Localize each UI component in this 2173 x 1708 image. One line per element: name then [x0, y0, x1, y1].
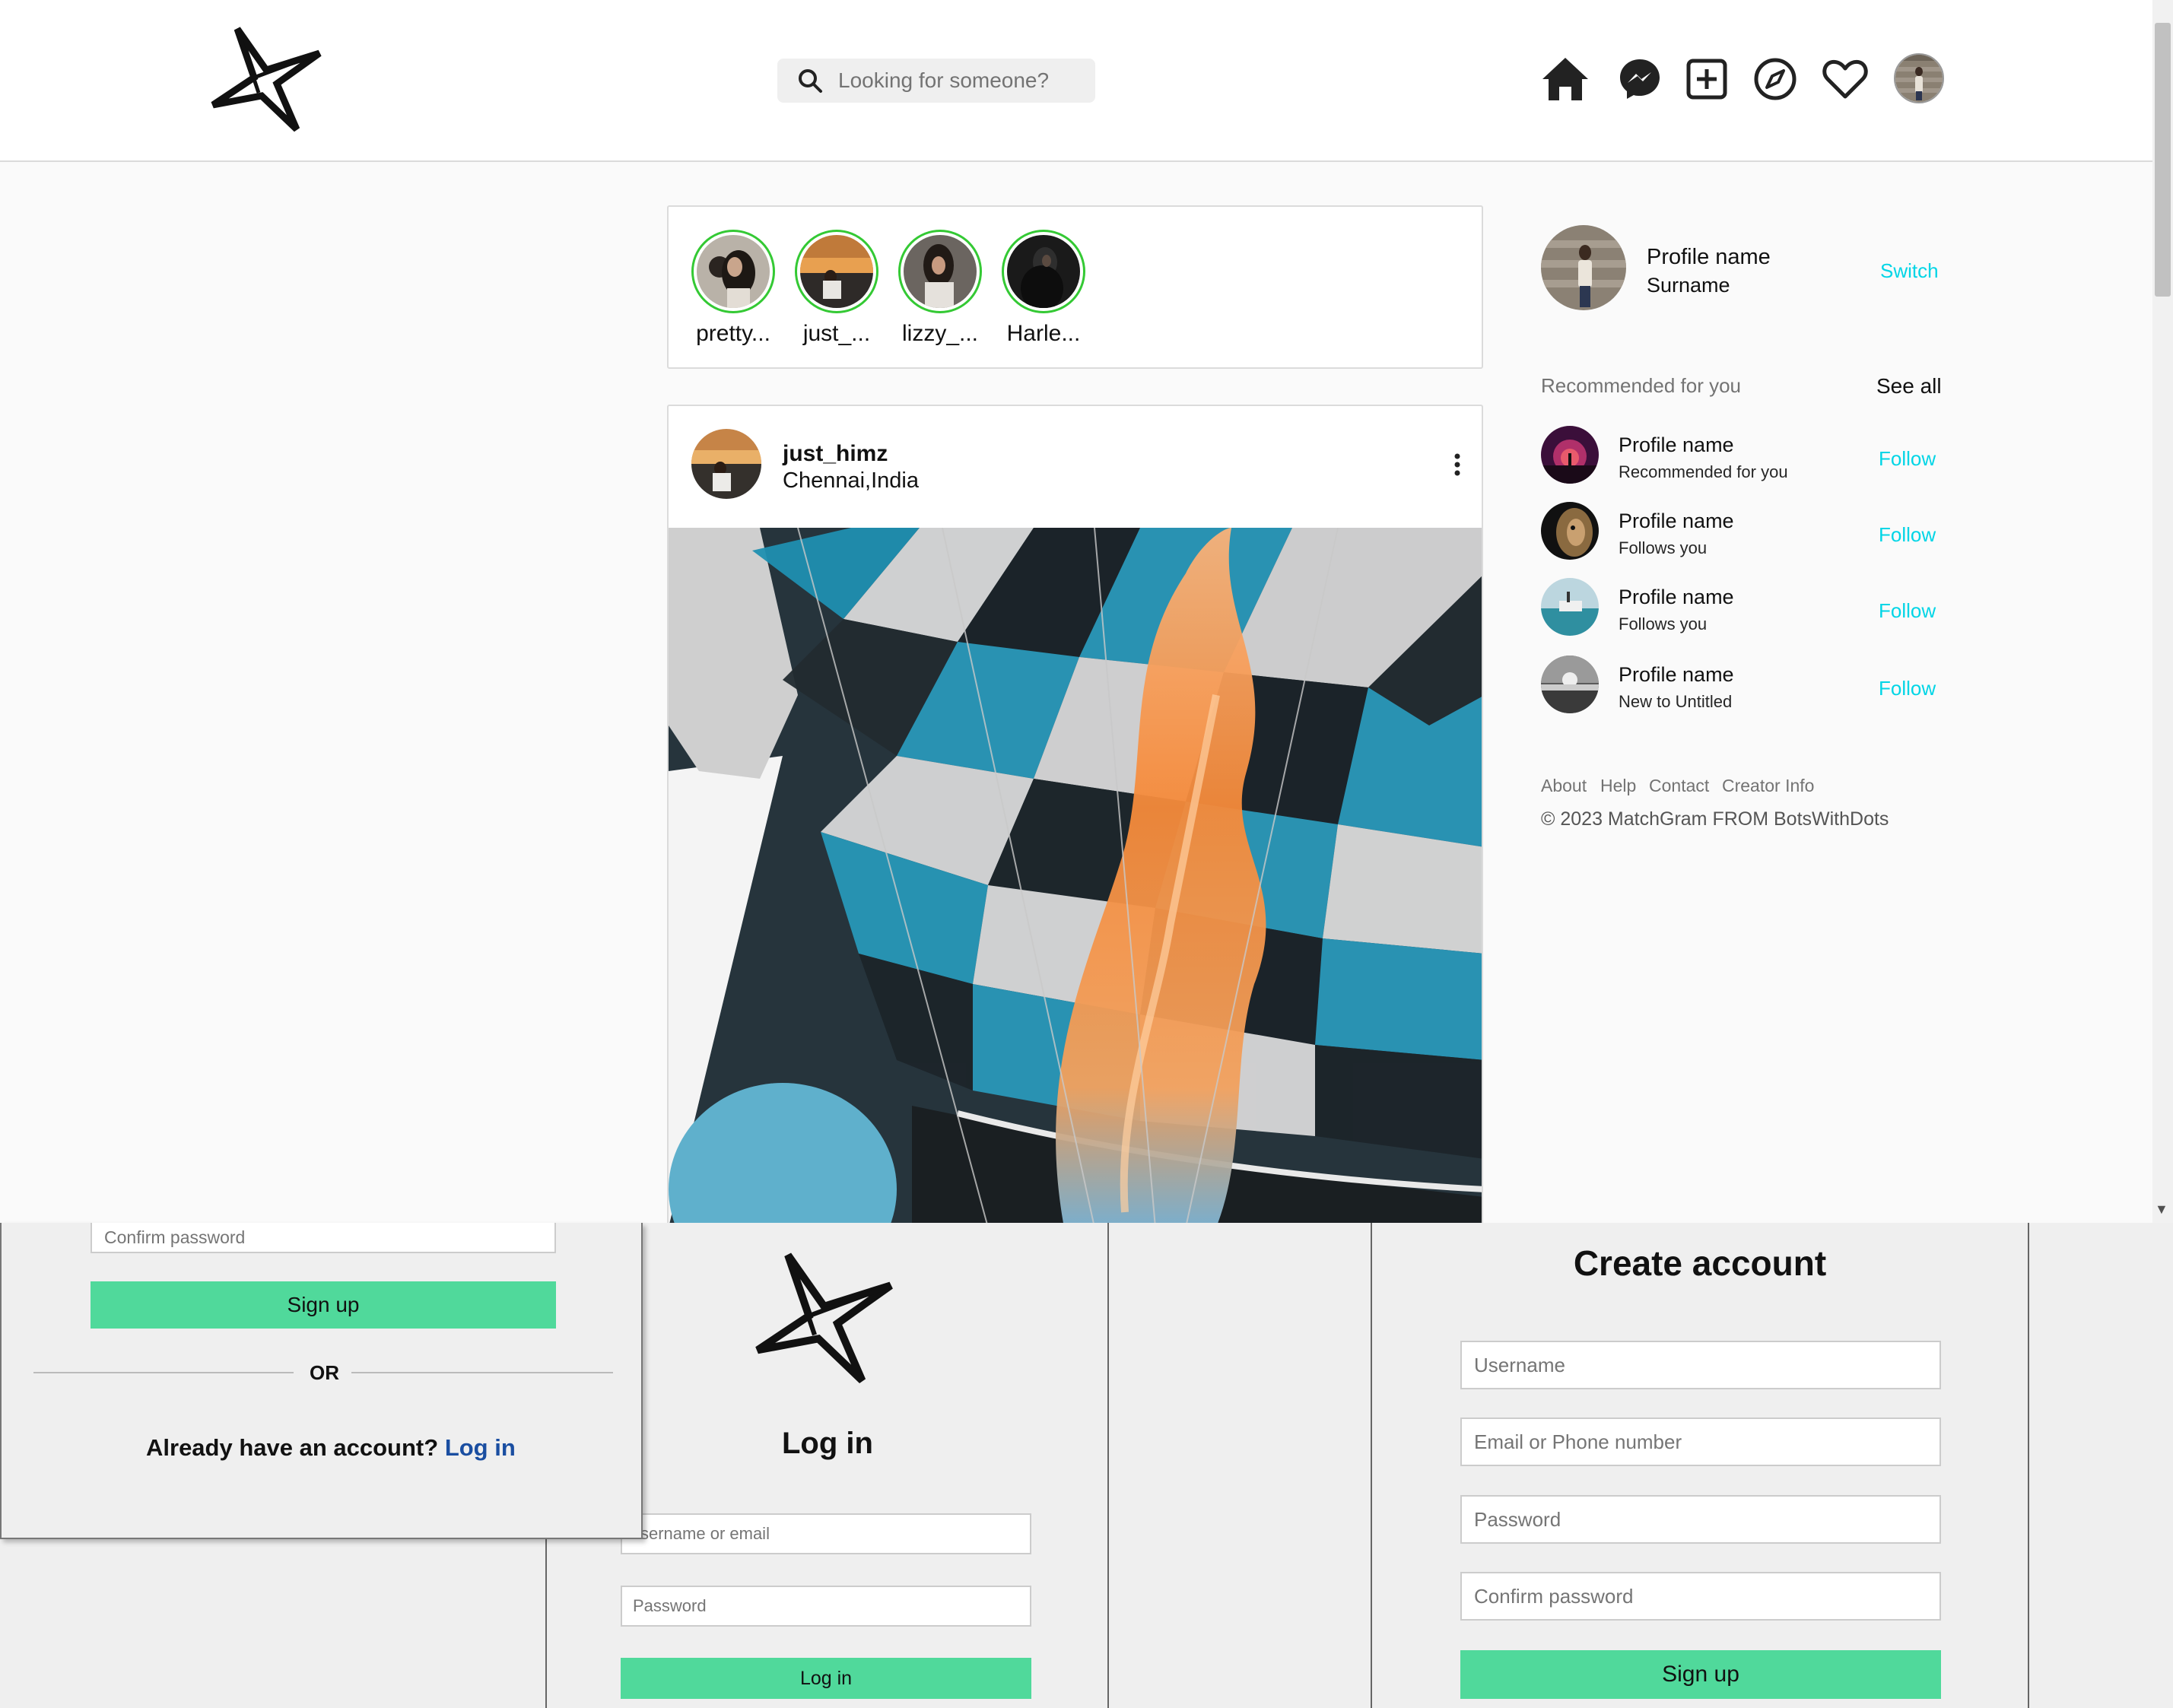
- suggestion-name[interactable]: Profile name: [1619, 586, 1734, 609]
- search-bar[interactable]: Looking for someone?: [777, 59, 1095, 103]
- or-separator: OR: [310, 1361, 339, 1384]
- heart-icon[interactable]: [1819, 53, 1871, 105]
- divider: [33, 1372, 294, 1373]
- login-title: Log in: [782, 1427, 873, 1460]
- current-profile-name[interactable]: Profile name: [1647, 245, 1771, 270]
- suggestion-subtitle: Recommended for you: [1619, 462, 1788, 481]
- login-panel-border: [1107, 1223, 1109, 1708]
- search-placeholder: Looking for someone?: [838, 68, 1050, 92]
- suggestion-avatar[interactable]: [1541, 502, 1599, 560]
- suggestion-subtitle: Follows you: [1619, 614, 1708, 633]
- suggestion-avatar[interactable]: [1541, 426, 1599, 484]
- top-navigation-bar: Looking for someone?: [0, 0, 2152, 162]
- confirm-password-placeholder: Confirm password: [1474, 1584, 1634, 1608]
- search-icon: [799, 69, 822, 93]
- username-placeholder: Username: [1474, 1353, 1565, 1376]
- follow-button[interactable]: Follow: [1879, 447, 1936, 471]
- story-username: just_...: [802, 321, 871, 346]
- follow-button[interactable]: Follow: [1879, 677, 1936, 700]
- story-username: pretty...: [696, 321, 770, 346]
- post-username[interactable]: just_himz: [783, 441, 888, 467]
- signup-panel: Confirm password Sign up OR Already have…: [0, 1223, 643, 1539]
- current-profile-surname: Surname: [1647, 274, 1730, 297]
- suggestion-avatar[interactable]: [1541, 578, 1599, 636]
- suggestion-subtitle: Follows you: [1619, 538, 1708, 557]
- login-password-input[interactable]: Password: [621, 1586, 1031, 1627]
- footer-link-help[interactable]: Help: [1600, 776, 1636, 796]
- switch-account-link[interactable]: Switch: [1880, 259, 1939, 283]
- already-have-account: Already have an account? Log in: [146, 1434, 516, 1462]
- suggestion-name[interactable]: Profile name: [1619, 433, 1734, 457]
- create-account-panel: Create account Username Email or Phone n…: [1371, 1223, 2029, 1708]
- login-panel-border: [545, 1539, 547, 1708]
- create-account-title: Create account: [1573, 1243, 1827, 1283]
- password-input[interactable]: Password: [1460, 1495, 1941, 1544]
- app-window: Looking for someone? ▼ pretty... just_..…: [0, 0, 2173, 1223]
- password-placeholder: Password: [1474, 1507, 1561, 1531]
- app-logo-star-icon[interactable]: [207, 23, 329, 133]
- login-username-input[interactable]: sername or email: [621, 1513, 1031, 1554]
- explore-compass-icon[interactable]: [1749, 53, 1801, 105]
- suggestion-name[interactable]: Profile name: [1619, 510, 1734, 533]
- login-logo-star-icon: [755, 1252, 893, 1383]
- login-username-placeholder: sername or email: [640, 1524, 770, 1543]
- stories-bar: pretty... just_... lizzy_... Harle...: [667, 205, 1483, 369]
- follow-button[interactable]: Follow: [1879, 599, 1936, 623]
- story-item[interactable]: just_...: [795, 230, 878, 347]
- create-signup-button[interactable]: Sign up: [1460, 1650, 1941, 1699]
- email-placeholder: Email or Phone number: [1474, 1430, 1682, 1453]
- story-item[interactable]: Harle...: [1002, 230, 1085, 347]
- confirm-password-input[interactable]: Confirm password: [91, 1223, 556, 1253]
- footer-link-contact[interactable]: Contact: [1649, 776, 1709, 796]
- confirm-password-placeholder: Confirm password: [104, 1227, 246, 1247]
- suggestion-avatar[interactable]: [1541, 656, 1599, 713]
- story-item[interactable]: lizzy_...: [898, 230, 982, 347]
- story-username: Harle...: [1006, 321, 1081, 346]
- story-username: lizzy_...: [901, 321, 979, 346]
- scroll-down-arrow-icon[interactable]: ▼: [2155, 1202, 2168, 1218]
- story-item[interactable]: pretty...: [691, 230, 775, 347]
- recommended-heading: Recommended for you: [1541, 374, 1742, 397]
- signup-button[interactable]: Sign up: [91, 1281, 556, 1329]
- login-password-placeholder: Password: [633, 1596, 707, 1615]
- post-image[interactable]: [669, 528, 1483, 1223]
- login-button[interactable]: Log in: [621, 1658, 1031, 1699]
- post-author-avatar[interactable]: [691, 429, 761, 499]
- already-text: Already have an account?: [146, 1434, 445, 1461]
- create-post-icon[interactable]: [1681, 53, 1733, 105]
- suggestion-subtitle: New to Untitled: [1619, 692, 1733, 711]
- feed-post: just_himz Chennai,India: [667, 405, 1483, 1223]
- more-options-icon[interactable]: [1452, 453, 1463, 476]
- scrollbar-thumb[interactable]: [2155, 23, 2171, 297]
- profile-avatar[interactable]: [1894, 53, 1944, 103]
- follow-button[interactable]: Follow: [1879, 523, 1936, 547]
- divider: [351, 1372, 613, 1373]
- post-location[interactable]: Chennai,India: [783, 468, 919, 494]
- footer-link-creator-info[interactable]: Creator Info: [1722, 776, 1814, 796]
- copyright-text: © 2023 MatchGram FROM BotsWithDots: [1541, 808, 1889, 830]
- footer-link-about[interactable]: About: [1541, 776, 1587, 796]
- username-input[interactable]: Username: [1460, 1341, 1941, 1389]
- suggestion-name[interactable]: Profile name: [1619, 663, 1734, 687]
- email-phone-input[interactable]: Email or Phone number: [1460, 1418, 1941, 1466]
- see-all-link[interactable]: See all: [1876, 374, 1942, 398]
- home-icon[interactable]: [1539, 53, 1591, 105]
- confirm-password-input[interactable]: Confirm password: [1460, 1572, 1941, 1621]
- login-link[interactable]: Log in: [445, 1434, 516, 1461]
- messenger-icon[interactable]: [1614, 53, 1666, 105]
- current-user-avatar[interactable]: [1541, 225, 1626, 310]
